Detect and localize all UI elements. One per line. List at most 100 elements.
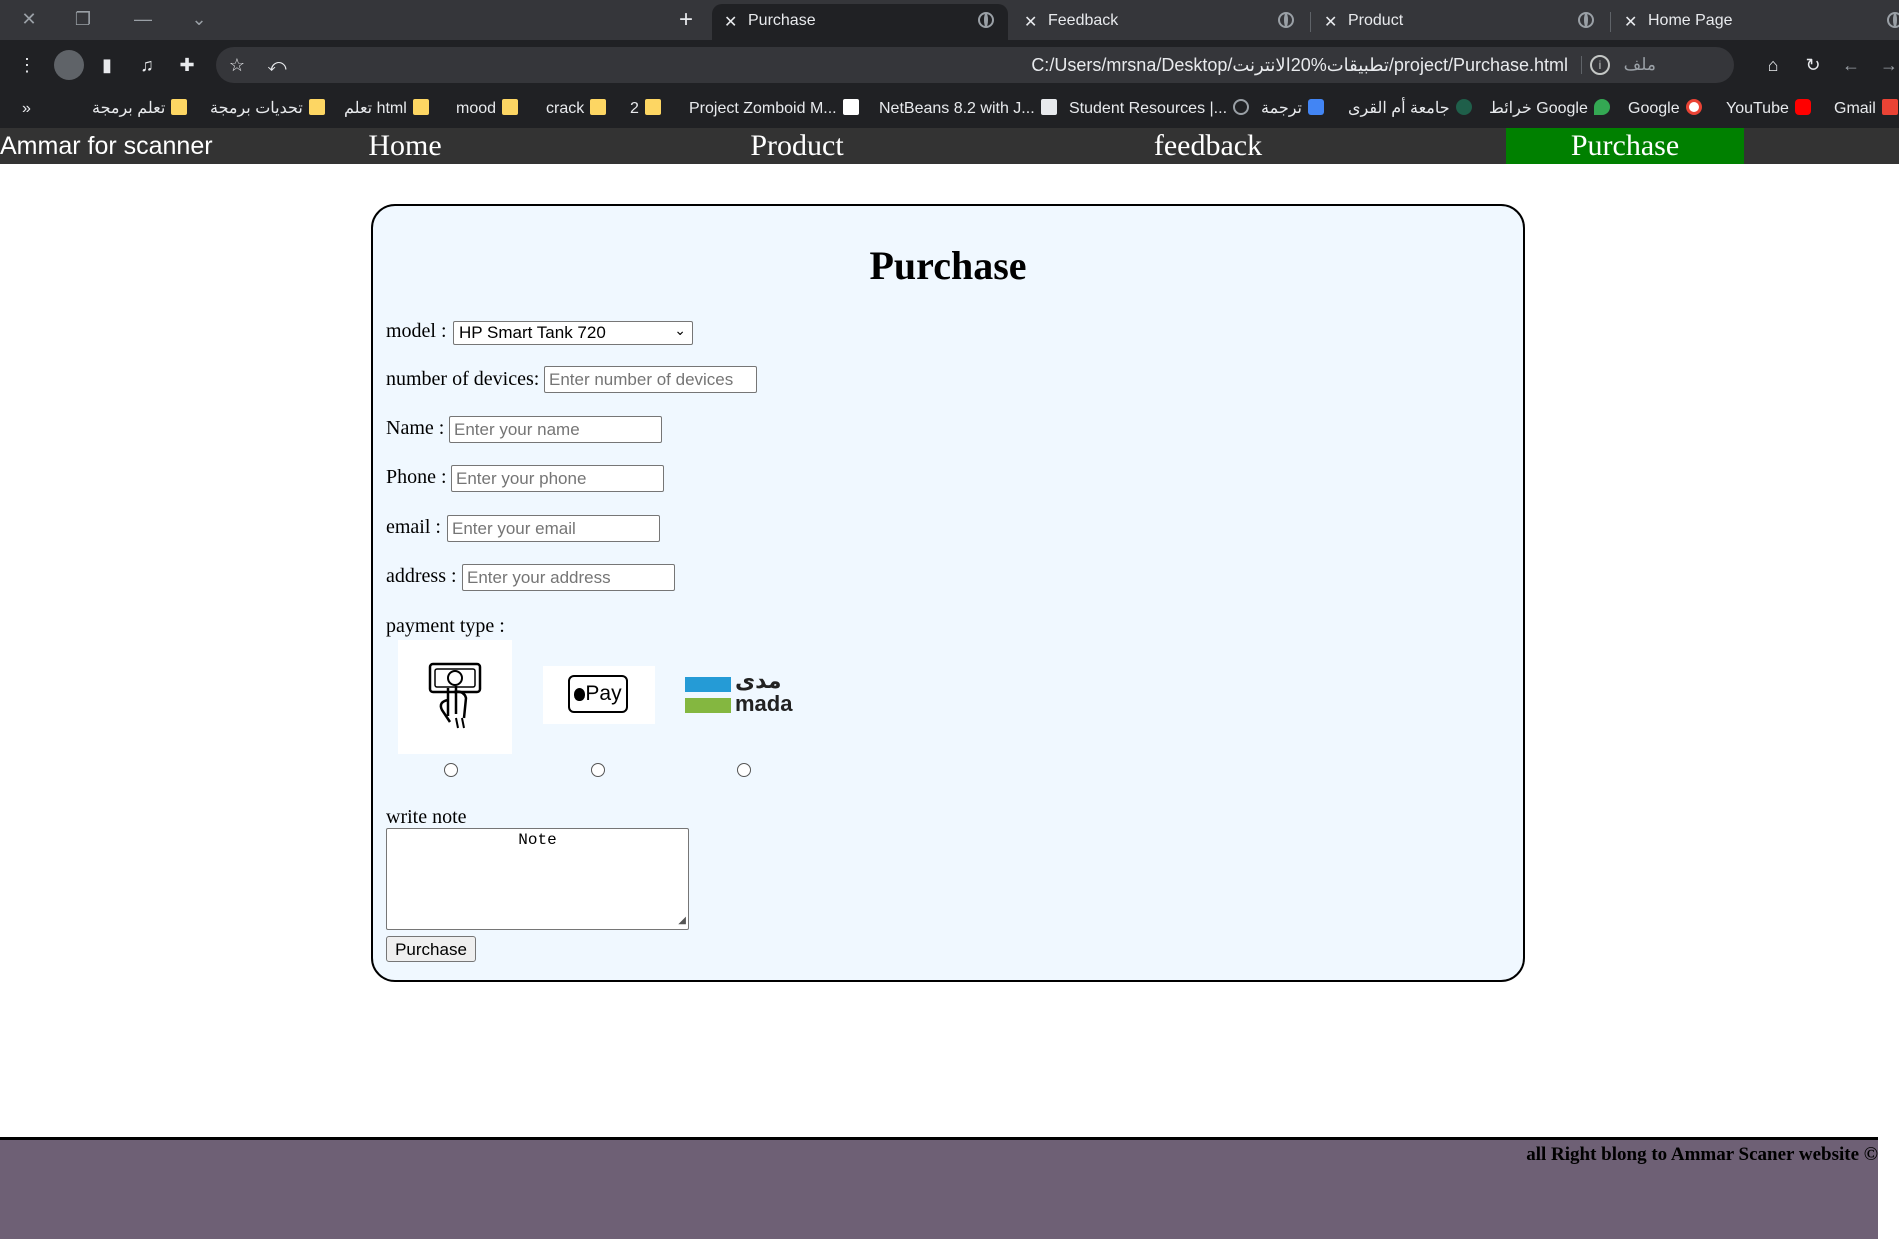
reload-icon[interactable]: ↻	[1800, 52, 1826, 78]
tab-title: Feedback	[1048, 12, 1119, 29]
email-label: email :	[386, 516, 441, 538]
name-input[interactable]	[449, 416, 662, 443]
window-restore-icon[interactable]: ❐	[70, 8, 96, 30]
close-icon[interactable]: ✕	[724, 12, 737, 32]
bookmark-star-icon[interactable]: ☆	[224, 52, 250, 78]
address-input[interactable]	[462, 564, 675, 591]
university-icon	[1455, 99, 1472, 115]
bookmark-label: Gmail	[1834, 100, 1876, 117]
home-icon[interactable]: ⌂	[1760, 52, 1786, 78]
side-panel-icon[interactable]: ▮	[94, 52, 120, 78]
purchase-submit-button[interactable]: Purchase	[386, 936, 476, 962]
bookmark-label: YouTube	[1726, 100, 1789, 117]
bookmark-label: NetBeans 8.2 with J...	[879, 100, 1035, 117]
bookmark-label: mood	[456, 100, 497, 117]
share-icon[interactable]: ⤺	[264, 52, 290, 78]
window-close-icon[interactable]: ✕	[16, 8, 42, 30]
tab-search-icon[interactable]: ⌄	[186, 8, 212, 30]
close-icon[interactable]: ✕	[1024, 12, 1037, 32]
devices-input[interactable]	[544, 366, 757, 393]
payment-type-label: payment type :	[386, 615, 505, 637]
note-text: Note	[518, 831, 557, 849]
bookmark-item[interactable]: Project Zomboid M...	[689, 98, 859, 120]
info-icon[interactable]: i	[1590, 55, 1610, 75]
youtube-icon	[1794, 99, 1811, 115]
close-icon[interactable]: ✕	[1624, 12, 1637, 32]
bookmark-item[interactable]: جامعة أم القرى	[1348, 98, 1472, 120]
bookmark-item[interactable]: NetBeans 8.2 with J...	[879, 98, 1057, 120]
bookmark-item[interactable]: mood	[456, 98, 519, 120]
resize-handle-icon[interactable]: ◢	[678, 917, 686, 927]
tab-purchase[interactable]: ✕ Purchase	[712, 4, 1008, 40]
extensions-icon[interactable]: ✚	[174, 52, 200, 78]
window-minimize-icon[interactable]: —	[130, 8, 156, 30]
bookmark-item[interactable]: خرائط Google	[1489, 98, 1610, 120]
name-label: Name :	[386, 417, 445, 439]
folder-icon	[412, 99, 429, 115]
nav-link-home[interactable]: Home	[330, 128, 480, 164]
cash-payment-image	[398, 640, 512, 754]
globe-icon	[1887, 12, 1899, 28]
apple-pay-image: Pay	[543, 666, 655, 724]
bookmark-item[interactable]: 2	[630, 98, 661, 120]
globe-icon	[978, 12, 994, 28]
mada-blue-bar	[685, 677, 731, 692]
media-control-icon[interactable]: ♫	[134, 52, 160, 78]
bookmark-item[interactable]: تعلم برمجة	[92, 98, 188, 120]
model-select[interactable]: HP Smart Tank 720 ⌄	[453, 321, 693, 345]
bookmark-label: Student Resources |...	[1069, 100, 1228, 117]
bookmark-label: 2	[630, 100, 639, 117]
apple-pay-text: Pay	[585, 682, 622, 705]
bookmark-label: Project Zomboid M...	[689, 100, 837, 117]
note-textarea[interactable]: Note ◢	[386, 828, 689, 930]
profile-avatar[interactable]	[54, 50, 84, 80]
new-tab-button[interactable]: +	[672, 6, 700, 34]
tab-separator	[1310, 12, 1311, 32]
phone-label: Phone :	[386, 466, 447, 488]
page-title: Purchase	[869, 243, 1027, 288]
payment-apple-pay-radio[interactable]	[591, 763, 605, 777]
folder-icon	[502, 99, 519, 115]
payment-mada-radio[interactable]	[737, 763, 751, 777]
maps-icon	[1593, 99, 1610, 115]
bookmark-label: Google	[1628, 100, 1680, 117]
bookmarks-bar: » تعلم برمجة تحديات برمجة تعلم html mood…	[0, 90, 1899, 128]
bookmark-item[interactable]: تحديات برمجة	[210, 98, 325, 120]
bookmark-label: ترجمة	[1261, 100, 1302, 117]
close-icon[interactable]: ✕	[1324, 12, 1337, 32]
bookmark-item[interactable]: Google	[1628, 98, 1702, 120]
bookmark-item[interactable]: Gmail	[1834, 98, 1898, 120]
bookmark-item[interactable]: crack	[546, 98, 607, 120]
gmail-icon	[1881, 99, 1898, 115]
phone-input[interactable]	[451, 465, 664, 492]
url-text[interactable]: C:/Users/mrsna/Desktop/تطبيقات%20الانترن…	[1031, 55, 1568, 76]
page-icon	[842, 99, 859, 115]
bookmark-item[interactable]: ترجمة	[1261, 98, 1324, 120]
nav-link-feedback[interactable]: feedback	[1128, 128, 1288, 164]
file-scheme-label: ملف	[1623, 55, 1656, 74]
address-bar[interactable]: ☆ ⤺ C:/Users/mrsna/Desktop/تطبيقات%20الا…	[216, 47, 1734, 83]
back-icon[interactable]: ←	[1838, 52, 1864, 78]
address-label: address :	[386, 565, 457, 587]
bookmark-item[interactable]: Student Resources |...	[1069, 98, 1250, 120]
tab-title: Purchase	[748, 12, 816, 29]
bookmark-item[interactable]: تعلم html	[344, 98, 429, 120]
more-bookmarks-button[interactable]: »	[22, 98, 31, 120]
chevron-down-icon: ⌄	[674, 322, 686, 338]
site-brand: Ammar for scanner	[0, 132, 213, 160]
email-input[interactable]	[447, 515, 660, 542]
tab-feedback[interactable]: ✕ Feedback	[1012, 4, 1308, 40]
folder-icon	[590, 99, 607, 115]
tab-separator	[1610, 12, 1611, 32]
bookmark-label: تحديات برمجة	[210, 100, 303, 117]
forward-icon[interactable]: →	[1876, 52, 1899, 78]
nav-link-product[interactable]: Product	[722, 128, 872, 164]
menu-dots-icon[interactable]: ⋮	[14, 52, 40, 78]
globe-icon	[1233, 99, 1250, 115]
tab-product[interactable]: ✕ Product	[1312, 4, 1608, 40]
nav-link-purchase[interactable]: Purchase	[1506, 128, 1744, 164]
bookmark-item[interactable]: YouTube	[1726, 98, 1811, 120]
model-label: model :	[386, 320, 447, 342]
payment-cash-radio[interactable]	[444, 763, 458, 777]
tab-home-page[interactable]: ✕ Home Page	[1612, 4, 1899, 40]
